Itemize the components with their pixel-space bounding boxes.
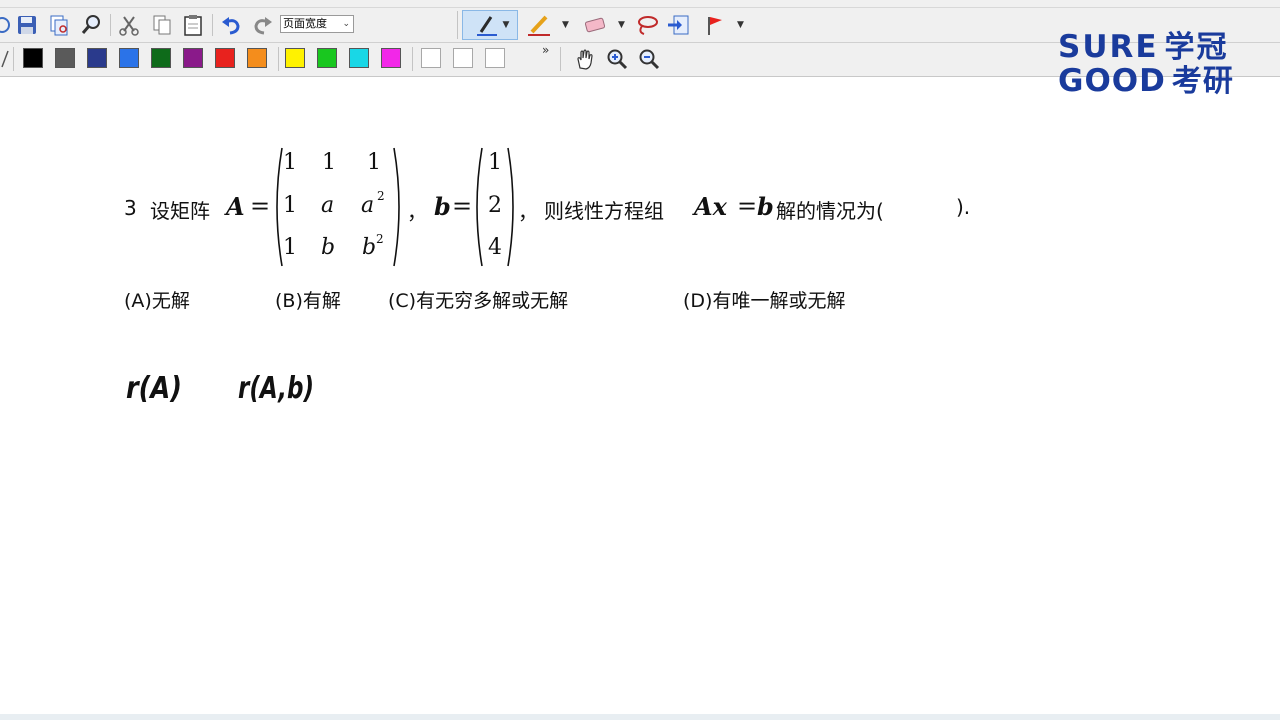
chevron-down-icon[interactable]: ▼: [737, 20, 744, 30]
matrix-cell: 1: [283, 193, 297, 218]
logo-text-good: GOOD: [1058, 63, 1166, 99]
open-icon[interactable]: [0, 13, 10, 37]
chevron-down-icon[interactable]: ▼: [562, 20, 569, 30]
chevron-down-icon: ▼: [502, 20, 510, 30]
cut-icon[interactable]: [116, 13, 142, 37]
superscript: 2: [376, 232, 384, 246]
copy-icon[interactable]: [149, 13, 175, 37]
matrix-cell: 1: [283, 150, 297, 175]
chevron-down-icon[interactable]: ▼: [618, 20, 625, 30]
color-swatch[interactable]: [23, 48, 43, 68]
custom-color-slot[interactable]: [421, 48, 441, 68]
svg-text:r(A,b): r(A,b): [238, 371, 314, 406]
answer-blank-close: ).: [956, 195, 971, 219]
question-prefix: 设矩阵: [150, 199, 210, 223]
flag-icon[interactable]: [700, 13, 730, 37]
color-swatch[interactable]: [55, 48, 75, 68]
handwriting-note-1: r(A): [126, 371, 182, 406]
custom-color-slot[interactable]: [485, 48, 505, 68]
logo-line2: GOOD 考研: [1058, 56, 1234, 100]
multi-page-icon[interactable]: [46, 13, 72, 37]
pen-width-icon[interactable]: [0, 47, 10, 71]
matrix-cell: a: [361, 193, 375, 218]
color-swatch[interactable]: [317, 48, 337, 68]
color-swatch[interactable]: [87, 48, 107, 68]
question-middle-text: 则线性方程组: [544, 199, 664, 223]
zoom-out-icon[interactable]: [636, 47, 662, 71]
hand-pan-icon[interactable]: [572, 47, 598, 71]
color-swatch[interactable]: [215, 48, 235, 68]
option-b: (B)有解: [275, 290, 341, 312]
pen-tool-button[interactable]: ▼: [462, 10, 518, 40]
pen-icon: [476, 16, 497, 36]
matrix-cell: b: [362, 235, 377, 260]
handwriting-note-2: r(A,b): [238, 371, 314, 406]
custom-color-slot[interactable]: [453, 48, 473, 68]
superscript: 2: [377, 189, 385, 203]
highlighter-icon[interactable]: [522, 13, 556, 37]
vector-b-label: b: [434, 192, 451, 221]
matrix-cell: 1: [367, 150, 381, 175]
option-a: (A)无解: [124, 290, 190, 312]
matrix-cell: a: [321, 193, 335, 218]
question-suffix: 解的情况为(: [776, 199, 884, 223]
equation-left: Ax: [694, 192, 727, 221]
color-swatch[interactable]: [183, 48, 203, 68]
svg-text:r(A): r(A): [126, 371, 182, 406]
question-number: 3: [124, 196, 137, 220]
option-d: (D)有唯一解或无解: [683, 290, 846, 312]
equation-right: b: [757, 192, 774, 221]
vector-cell: 2: [488, 193, 502, 218]
equals-sign: =: [737, 192, 758, 220]
vector-cell: 1: [488, 150, 502, 175]
redo-icon[interactable]: [250, 13, 276, 37]
search-icon[interactable]: [78, 13, 104, 37]
comma: ，: [518, 200, 538, 224]
color-swatch[interactable]: [349, 48, 369, 68]
eraser-icon[interactable]: [578, 13, 612, 37]
chevron-down-icon: ⌄: [342, 19, 350, 29]
comma: ，: [407, 200, 427, 224]
more-colors-button[interactable]: »: [542, 43, 549, 57]
matrix-A-label: A: [226, 192, 245, 221]
lasso-icon[interactable]: [632, 13, 662, 37]
color-swatch[interactable]: [285, 48, 305, 68]
matrix-cell: 1: [283, 235, 297, 260]
color-swatch[interactable]: [381, 48, 401, 68]
menu-bar: [0, 0, 1280, 8]
undo-icon[interactable]: [218, 13, 244, 37]
zoom-select-value: 页面宽度: [283, 17, 327, 30]
zoom-select[interactable]: 页面宽度 ⌄: [280, 15, 354, 33]
vector-cell: 4: [488, 235, 502, 260]
logo-text-kaoyan: 考研: [1171, 64, 1234, 99]
matrix-cell: b: [321, 235, 336, 260]
option-c: (C)有无穷多解或无解: [388, 290, 569, 312]
insert-page-icon[interactable]: [664, 13, 694, 37]
color-swatch[interactable]: [151, 48, 171, 68]
status-bar: [0, 714, 1280, 720]
save-icon[interactable]: [14, 13, 40, 37]
zoom-in-icon[interactable]: [604, 47, 630, 71]
sure-good-logo: SURE 学冠 GOOD 考研: [1058, 22, 1258, 99]
color-swatch[interactable]: [247, 48, 267, 68]
paste-icon[interactable]: [180, 13, 206, 37]
color-swatch[interactable]: [119, 48, 139, 68]
matrix-cell: 1: [322, 150, 336, 175]
